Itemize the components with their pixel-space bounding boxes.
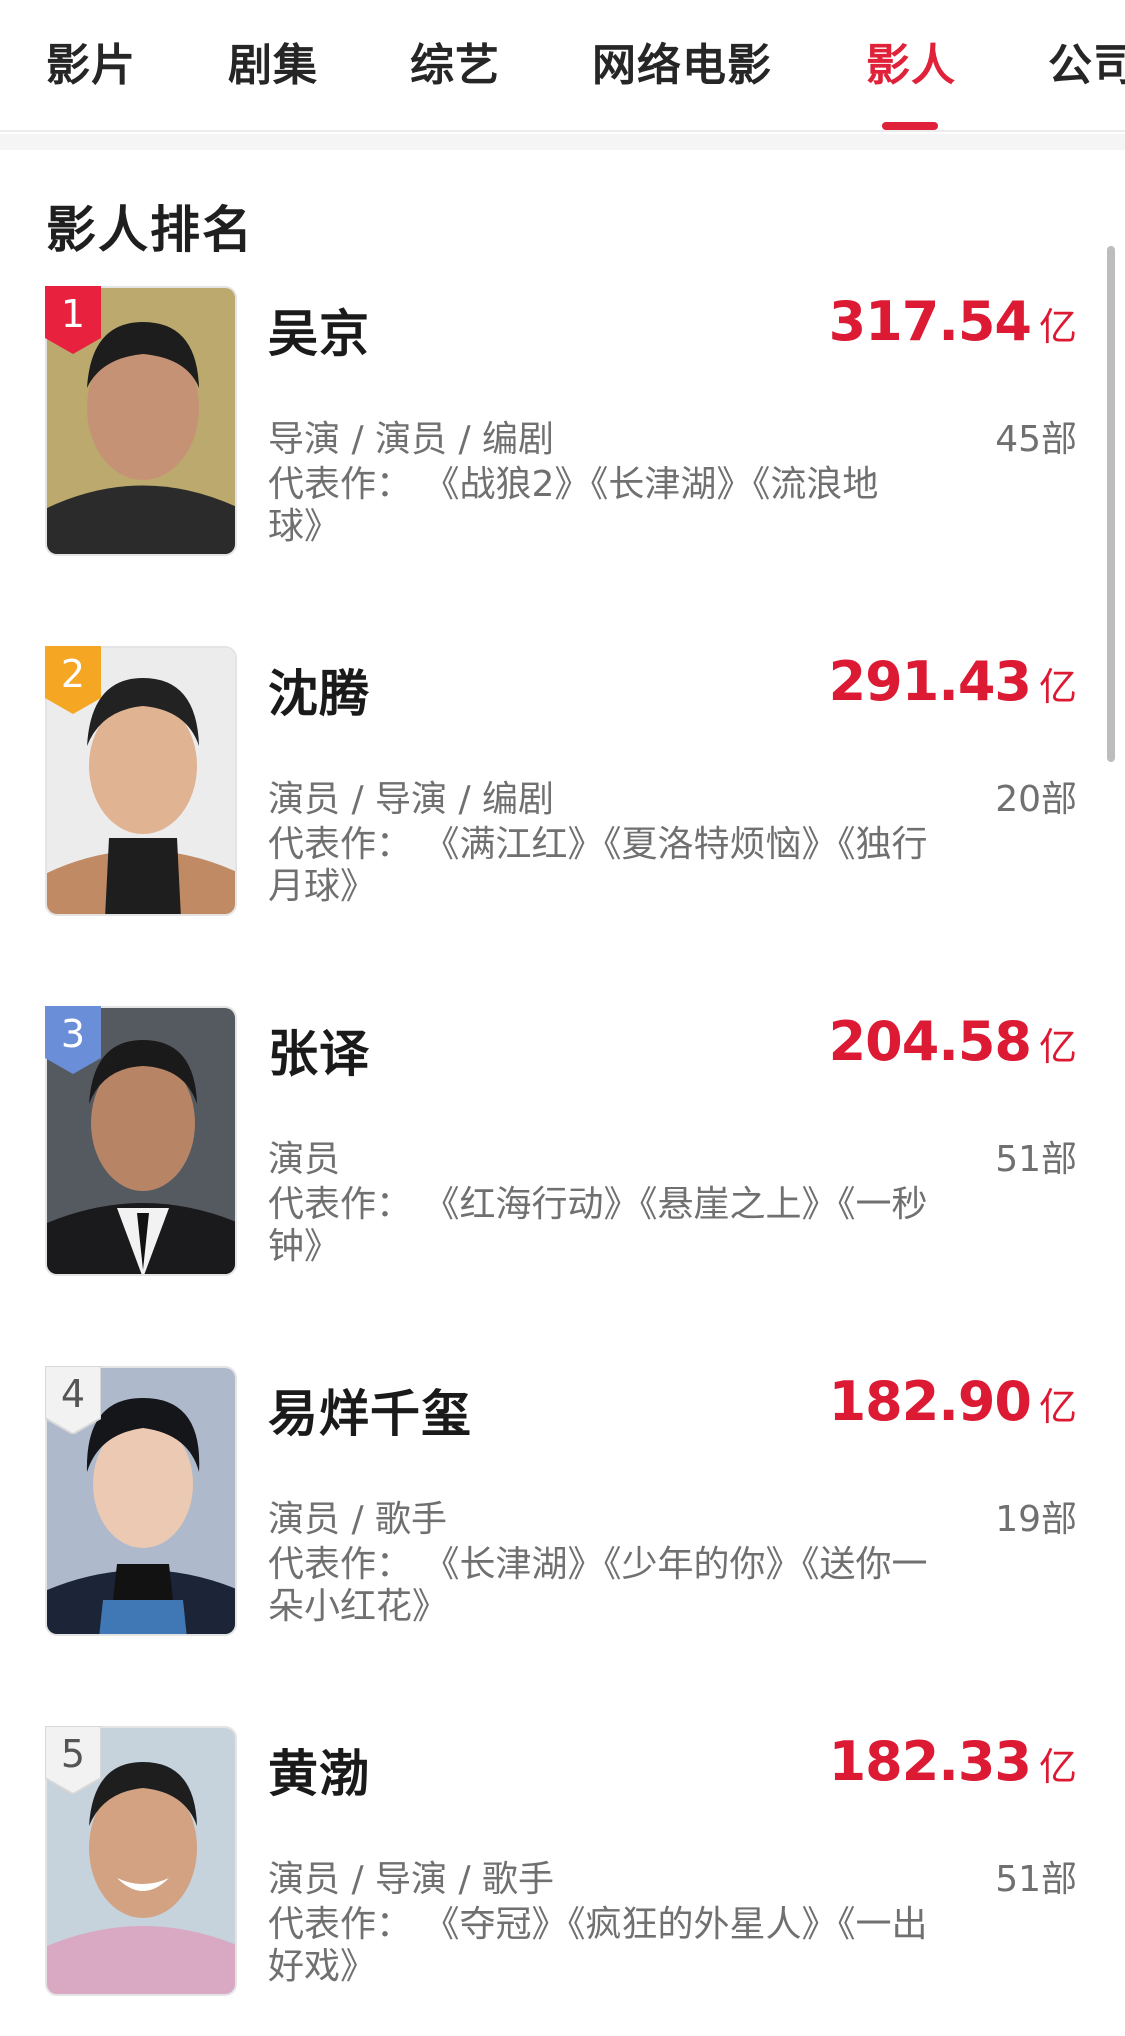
representative-works: 代表作： 《战狼2》《长津湖》《流浪地球》 xyxy=(268,464,879,547)
box-office-value: 291.43 xyxy=(828,650,1032,713)
tab-web-movies[interactable]: 网络电影 xyxy=(592,36,772,96)
rank-badge: 1 xyxy=(45,286,101,354)
section-divider xyxy=(0,134,1125,150)
person-name: 黄渤 xyxy=(268,1745,370,1803)
person-name: 易烊千玺 xyxy=(268,1385,472,1443)
box-office-value: 317.54 xyxy=(828,290,1032,353)
box-office: 182.33 亿 xyxy=(829,1730,1077,1793)
representative-works: 代表作： 《夺冠》《疯狂的外星人》《一出好戏》 xyxy=(268,1904,928,1987)
works-count: 20部 xyxy=(995,779,1077,820)
tab-variety[interactable]: 综艺 xyxy=(410,36,500,96)
box-office-unit: 亿 xyxy=(1038,305,1077,349)
person-roles: 演员 / 导演 / 编剧 xyxy=(268,779,555,820)
category-tab-bar: 影片 剧集 综艺 网络电影 影人 公司 xyxy=(0,0,1125,132)
box-office-unit: 亿 xyxy=(1038,1385,1077,1429)
rank-badge: 2 xyxy=(45,646,101,714)
box-office-value: 182.90 xyxy=(828,1370,1032,1433)
works-count: 51部 xyxy=(995,1139,1077,1180)
person-row[interactable]: 5 黄渤 182.33 亿 演员 / 导演 / 歌手 51部 代表作： 《夺冠》《… xyxy=(0,1725,1125,2006)
box-office-value: 204.58 xyxy=(828,1010,1032,1073)
person-row[interactable]: 4 易烊千玺 182.90 亿 演员 / 歌手 19部 代表作： 《长津湖》《少年… xyxy=(0,1365,1125,1646)
active-tab-indicator xyxy=(882,122,938,130)
rank-badge: 3 xyxy=(45,1006,101,1074)
rank-badge: 5 xyxy=(44,1725,102,1796)
person-roles: 导演 / 演员 / 编剧 xyxy=(268,419,555,460)
box-office: 204.58 亿 xyxy=(829,1010,1077,1073)
box-office-value: 182.33 xyxy=(828,1730,1032,1793)
rank-number: 4 xyxy=(60,1372,86,1416)
box-office-unit: 亿 xyxy=(1038,1745,1077,1789)
person-name: 吴京 xyxy=(268,305,370,363)
box-office: 291.43 亿 xyxy=(829,650,1077,713)
rank-number: 2 xyxy=(60,652,86,696)
works-count: 51部 xyxy=(995,1859,1077,1900)
person-name: 沈腾 xyxy=(268,665,370,723)
person-roles: 演员 xyxy=(268,1139,341,1180)
section-title: 影人排名 xyxy=(46,201,254,259)
works-count: 19部 xyxy=(995,1499,1077,1540)
rank-badge: 4 xyxy=(44,1365,102,1436)
representative-works: 代表作： 《满江红》《夏洛特烦恼》《独行月球》 xyxy=(268,824,928,907)
box-office: 182.90 亿 xyxy=(829,1370,1077,1433)
person-name: 张译 xyxy=(268,1025,370,1083)
rank-number: 3 xyxy=(60,1012,86,1056)
representative-works: 代表作： 《红海行动》《悬崖之上》《一秒钟》 xyxy=(268,1184,928,1267)
person-roles: 演员 / 导演 / 歌手 xyxy=(268,1859,555,1900)
person-row[interactable]: 2 沈腾 291.43 亿 演员 / 导演 / 编剧 20部 代表作： 《满江红》… xyxy=(0,646,1125,926)
rank-number: 5 xyxy=(60,1732,86,1776)
tab-companies[interactable]: 公司 xyxy=(1048,36,1125,96)
rank-number: 1 xyxy=(60,292,86,336)
works-count: 45部 xyxy=(995,419,1077,460)
box-office: 317.54 亿 xyxy=(829,290,1077,353)
box-office-unit: 亿 xyxy=(1038,665,1077,709)
tab-people[interactable]: 影人 xyxy=(866,36,956,96)
representative-works: 代表作： 《长津湖》《少年的你》《送你一朵小红花》 xyxy=(268,1544,928,1627)
tab-films[interactable]: 影片 xyxy=(46,36,136,96)
box-office-unit: 亿 xyxy=(1038,1025,1077,1069)
tab-series[interactable]: 剧集 xyxy=(228,36,318,96)
person-row[interactable]: 1 吴京 317.54 亿 导演 / 演员 / 编剧 45部 代表作： 《战狼2》… xyxy=(0,286,1125,566)
person-row[interactable]: 3 张译 204.58 亿 演员 51部 代表作： 《红海行动》《悬崖之上》《一秒… xyxy=(0,1006,1125,1286)
person-roles: 演员 / 歌手 xyxy=(268,1499,448,1540)
